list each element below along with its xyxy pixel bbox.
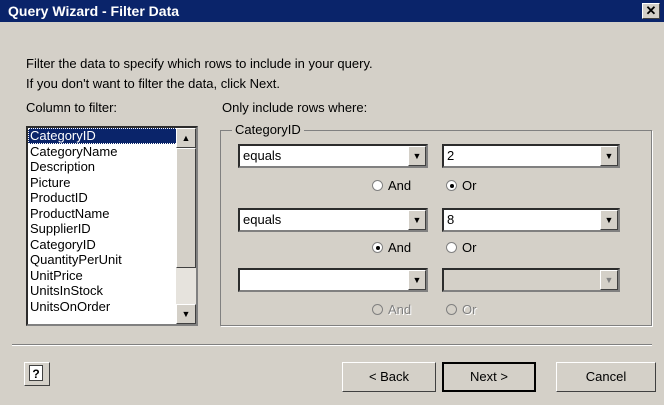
or-label-3: Or (462, 302, 477, 317)
scroll-thumb[interactable] (176, 148, 196, 268)
operator-value-2: equals (243, 212, 282, 227)
operator-dropdown-button-1[interactable]: ▼ (408, 146, 426, 166)
value-select-2[interactable]: 8 ▼ (442, 208, 620, 232)
separator (12, 344, 652, 346)
list-item[interactable]: UnitsOnOrder (28, 299, 196, 315)
list-item[interactable]: SupplierID (28, 221, 196, 237)
value-dropdown-button-1[interactable]: ▼ (600, 146, 618, 166)
chevron-down-icon: ▼ (412, 215, 422, 225)
list-item[interactable]: Picture (28, 175, 196, 191)
list-item[interactable]: CategoryID (28, 237, 196, 253)
list-item[interactable]: ProductName (28, 206, 196, 222)
list-item[interactable]: UnitsInStock (28, 283, 196, 299)
help-button[interactable]: ? (24, 362, 50, 386)
list-item[interactable]: CategoryName (28, 144, 196, 160)
list-item[interactable]: QuantityPerUnit (28, 252, 196, 268)
cancel-button[interactable]: Cancel (556, 362, 656, 392)
and-label-1: And (388, 178, 412, 193)
value-dropdown-button-2[interactable]: ▼ (600, 210, 618, 230)
and-label-3: And (388, 302, 412, 317)
radio-circle (372, 242, 383, 253)
operator-value-1: equals (243, 148, 282, 163)
column-listbox[interactable]: CategoryID CategoryName Description Picture… (26, 126, 198, 326)
value-select-1[interactable]: 2 ▼ (442, 144, 620, 168)
list-item[interactable]: UnitPrice (28, 268, 196, 284)
arrow-up-icon: ▲ (181, 133, 191, 143)
close-button[interactable]: ✕ (642, 3, 660, 19)
column-to-filter-label: Column to filter: (26, 100, 118, 115)
operator-dropdown-button-3[interactable]: ▼ (408, 270, 426, 290)
and-label-2: And (388, 240, 412, 255)
instruction-line-2: If you don't want to filter the data, cl… (26, 76, 280, 91)
chevron-down-icon: ▼ (604, 215, 614, 225)
radio-circle (446, 242, 457, 253)
help-icon: ? (29, 365, 43, 381)
radio-circle (372, 180, 383, 191)
value-dropdown-button-3: ▼ (600, 270, 618, 290)
listbox-scrollbar[interactable]: ▲ ▼ (176, 128, 196, 324)
operator-select-3[interactable]: ▼ (238, 268, 428, 292)
chevron-down-icon: ▼ (412, 151, 422, 161)
value-text-2: 8 (447, 212, 455, 227)
operator-dropdown-button-2[interactable]: ▼ (408, 210, 426, 230)
window-title: Query Wizard - Filter Data (8, 3, 180, 19)
radio-circle (372, 304, 383, 315)
list-item[interactable]: CategoryID (28, 128, 196, 144)
operator-select-2[interactable]: equals ▼ (238, 208, 428, 232)
only-include-rows-label: Only include rows where: (222, 100, 368, 115)
value-text-1: 2 (447, 148, 455, 163)
scroll-up-button[interactable]: ▲ (176, 128, 196, 148)
radio-selected-dot (376, 246, 380, 250)
scroll-down-button[interactable]: ▼ (176, 304, 196, 324)
list-item[interactable]: Description (28, 159, 196, 175)
radio-selected-dot (450, 184, 454, 188)
chevron-down-icon: ▼ (412, 275, 422, 285)
criteria-group-title: CategoryID (232, 122, 304, 137)
instruction-line-1: Filter the data to specify which rows to… (26, 56, 373, 71)
back-button[interactable]: < Back (342, 362, 436, 392)
or-label-2: Or (462, 240, 477, 255)
next-button[interactable]: Next > (442, 362, 536, 392)
close-icon: ✕ (645, 3, 657, 18)
value-select-3: ▼ (442, 268, 620, 292)
list-item[interactable]: ProductID (28, 190, 196, 206)
chevron-down-icon: ▼ (604, 275, 614, 285)
arrow-down-icon: ▼ (181, 309, 191, 319)
radio-circle (446, 304, 457, 315)
radio-circle (446, 180, 457, 191)
title-bar: Query Wizard - Filter Data ✕ (0, 0, 664, 22)
chevron-down-icon: ▼ (604, 151, 614, 161)
or-label-1: Or (462, 178, 477, 193)
operator-select-1[interactable]: equals ▼ (238, 144, 428, 168)
